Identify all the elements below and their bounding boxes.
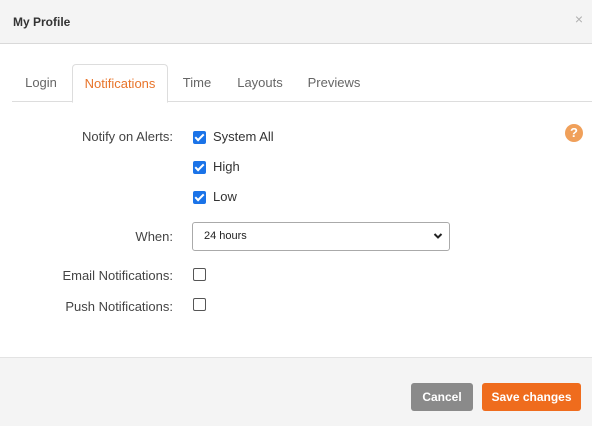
low-label: Low — [213, 189, 237, 204]
when-label: When: — [135, 229, 173, 244]
tab-login[interactable]: Login — [12, 64, 70, 102]
tab-notifications[interactable]: Notifications — [72, 64, 168, 103]
tab-time[interactable]: Time — [174, 64, 220, 102]
push-notifications-checkbox[interactable] — [193, 298, 206, 311]
chevron-down-icon — [433, 233, 443, 239]
low-checkbox[interactable] — [193, 191, 206, 204]
notify-on-alerts-label: Notify on Alerts: — [81, 129, 173, 144]
system-all-label: System All — [213, 129, 274, 144]
dialog-title: My Profile — [13, 15, 71, 29]
help-icon[interactable]: ? — [565, 124, 583, 142]
push-notifications-label: Push Notifications: — [65, 299, 173, 314]
when-select-value: 24 hours — [204, 230, 247, 242]
system-all-checkbox[interactable] — [193, 131, 206, 144]
when-select[interactable]: 24 hours — [192, 222, 450, 251]
close-icon[interactable]: × — [575, 12, 583, 26]
tab-layouts[interactable]: Layouts — [232, 64, 288, 102]
cancel-button[interactable]: Cancel — [411, 383, 473, 411]
save-changes-button[interactable]: Save changes — [482, 383, 581, 411]
email-notifications-checkbox[interactable] — [193, 268, 206, 281]
email-notifications-label: Email Notifications: — [62, 268, 173, 283]
high-label: High — [213, 159, 240, 174]
tab-bar: Login Notifications Time Layouts Preview… — [12, 64, 592, 103]
high-checkbox[interactable] — [193, 161, 206, 174]
dialog-header: My Profile × — [0, 0, 592, 44]
tab-previews[interactable]: Previews — [302, 64, 366, 102]
